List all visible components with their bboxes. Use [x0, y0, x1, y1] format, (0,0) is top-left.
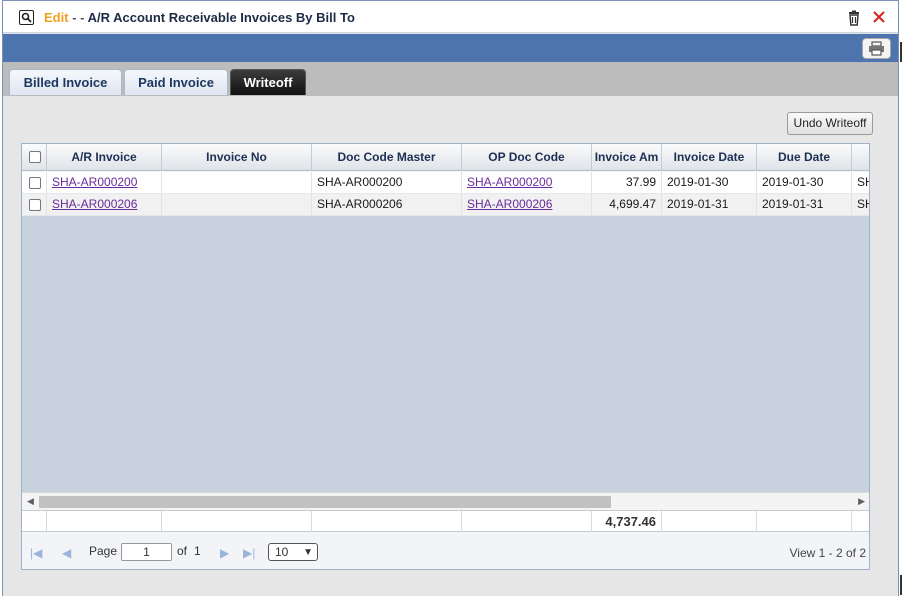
header-invoice-amount[interactable]: Invoice Am [592, 144, 662, 171]
tab-billed-invoice[interactable]: Billed Invoice [9, 69, 122, 95]
page-number-input[interactable]: 1 [121, 543, 172, 561]
scroll-left-icon[interactable]: ◀ [27, 496, 34, 507]
first-page-icon[interactable]: |◀ [30, 546, 42, 560]
of-label: of [177, 544, 188, 558]
extra-cell: SH [857, 175, 869, 189]
edge-mark [900, 575, 902, 595]
op-doc-code-cell: SHA-AR000200 [462, 172, 592, 194]
window-title: Edit - - A/R Account Receivable Invoices… [44, 10, 355, 25]
preview-icon [19, 10, 34, 25]
footer-cell [462, 511, 592, 532]
doc-code-master-cell: SHA-AR000200 [312, 172, 462, 194]
footer-cell [662, 511, 757, 532]
title-main-text: A/R Account Receivable Invoices By Bill … [87, 10, 355, 25]
invoice-no-cell [162, 194, 312, 216]
last-page-icon[interactable]: ▶| [243, 546, 255, 560]
chevron-down-icon: ▼ [303, 547, 313, 558]
grid-footer: 4,737.46 [22, 510, 869, 532]
rows-per-page-select[interactable]: 10 ▼ [268, 543, 318, 561]
scrollbar-thumb[interactable] [39, 496, 611, 508]
row-checkbox[interactable] [29, 199, 41, 211]
footer-cell [757, 511, 852, 532]
header-invoice-date[interactable]: Invoice Date [662, 144, 757, 171]
op-doc-code-link[interactable]: SHA-AR000206 [467, 197, 552, 211]
ar-invoice-cell: SHA-AR000200 [47, 172, 162, 194]
footer-cell [162, 511, 312, 532]
row-select-cell [22, 172, 47, 194]
edit-window: Edit - - A/R Account Receivable Invoices… [2, 0, 899, 596]
header-doc-code-master[interactable]: Doc Code Master [312, 144, 462, 171]
scroll-right-icon[interactable]: ▶ [858, 496, 865, 507]
table-row[interactable]: SHA-AR000200 SHA-AR000200 SHA-AR000200 3… [22, 172, 869, 194]
print-button[interactable] [862, 38, 891, 59]
page-label: Page [89, 544, 118, 558]
tab-writeoff[interactable]: Writeoff [230, 69, 306, 95]
next-page-icon[interactable]: ▶ [220, 546, 229, 560]
invoice-no-cell [162, 172, 312, 194]
grid-empty-area [22, 216, 869, 492]
due-date-cell: 2019-01-31 [757, 194, 852, 216]
select-all-checkbox[interactable] [29, 151, 41, 163]
window-header-bar [3, 34, 898, 62]
undo-writeoff-button[interactable]: Undo Writeoff [787, 112, 873, 135]
due-date-cell: 2019-01-30 [757, 172, 852, 194]
table-row[interactable]: SHA-AR000206 SHA-AR000206 SHA-AR000206 4… [22, 194, 869, 216]
edge-mark [900, 42, 902, 62]
ar-invoice-link[interactable]: SHA-AR000200 [52, 175, 137, 189]
doc-code-master-cell: SHA-AR000206 [312, 194, 462, 216]
header-due-date[interactable]: Due Date [757, 144, 852, 171]
footer-cell [47, 511, 162, 532]
rows-per-page-value: 10 [275, 545, 289, 559]
ar-invoice-link[interactable]: SHA-AR000206 [52, 197, 137, 211]
tab-paid-invoice[interactable]: Paid Invoice [124, 69, 228, 95]
grid-header: A/R Invoice Invoice No Doc Code Master O… [22, 144, 869, 171]
header-extra[interactable] [852, 144, 869, 171]
header-op-doc-code[interactable]: OP Doc Code [462, 144, 592, 171]
horizontal-scrollbar[interactable]: ◀ ▶ [22, 492, 869, 510]
title-edit-label: Edit [44, 10, 69, 25]
trash-icon[interactable] [846, 10, 862, 26]
invoice-date-cell: 2019-01-31 [662, 194, 757, 216]
header-select-all-cell [22, 144, 47, 171]
invoice-amount-cell: 37.99 [592, 172, 662, 194]
invoice-amount-cell: 4,699.47 [592, 194, 662, 216]
op-doc-code-link[interactable]: SHA-AR000200 [467, 175, 552, 189]
tab-strip: Billed Invoice Paid Invoice Writeoff [3, 62, 898, 96]
invoice-grid: A/R Invoice Invoice No Doc Code Master O… [21, 143, 870, 570]
footer-cell [312, 511, 462, 532]
title-bar: Edit - - A/R Account Receivable Invoices… [3, 1, 898, 33]
invoice-date-cell: 2019-01-30 [662, 172, 757, 194]
print-icon [869, 41, 884, 56]
window-edge [899, 0, 903, 598]
header-invoice-no[interactable]: Invoice No [162, 144, 312, 171]
close-icon[interactable] [871, 9, 887, 25]
view-records-label: View 1 - 2 of 2 [789, 546, 867, 560]
header-ar-invoice[interactable]: A/R Invoice [47, 144, 162, 171]
row-checkbox[interactable] [29, 177, 41, 189]
total-pages: 1 [194, 544, 201, 558]
ar-invoice-cell: SHA-AR000206 [47, 194, 162, 216]
row-select-cell [22, 194, 47, 216]
extra-cell: SH [857, 197, 869, 211]
pager: |◀ ◀ Page 1 of 1 ▶ ▶| 10 ▼ View 1 - 2 of… [22, 533, 869, 569]
invoice-amount-total: 4,737.46 [592, 511, 662, 532]
prev-page-icon[interactable]: ◀ [62, 546, 71, 560]
title-separator: - - [72, 10, 85, 25]
footer-cell [22, 511, 47, 532]
op-doc-code-cell: SHA-AR000206 [462, 194, 592, 216]
